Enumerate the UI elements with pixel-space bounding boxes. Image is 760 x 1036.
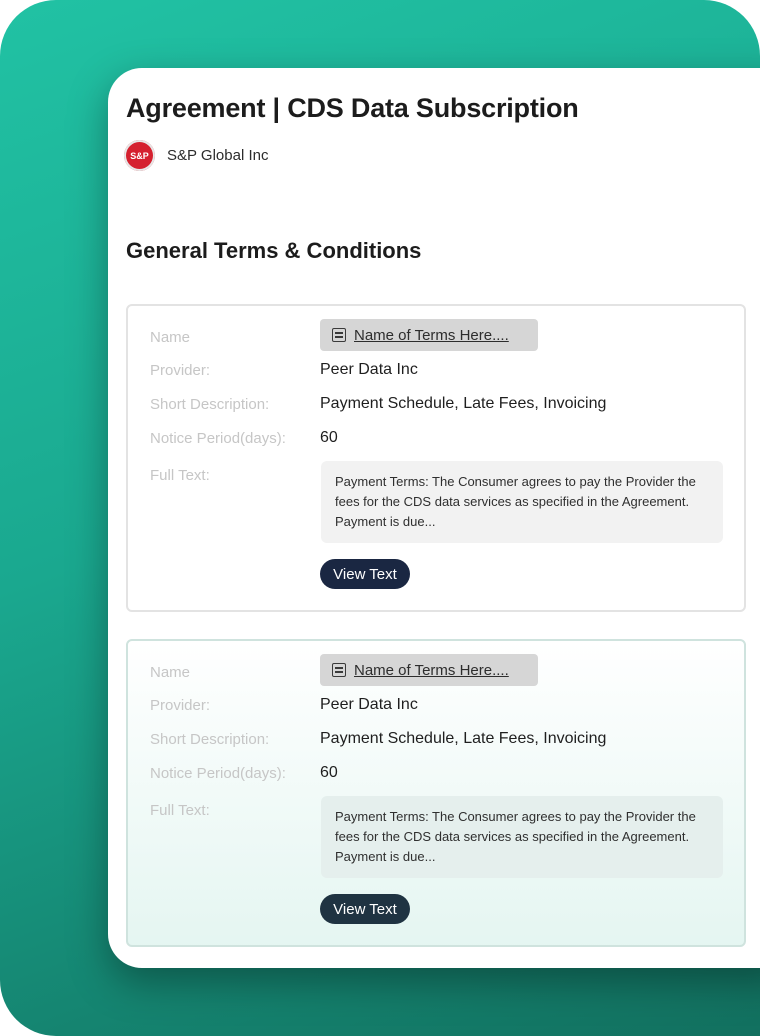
- term-name-text: Name of Terms Here....: [354, 661, 509, 679]
- view-text-button[interactable]: View Text: [320, 559, 410, 589]
- provider-label: Provider:: [150, 697, 211, 714]
- document-icon: [332, 663, 346, 677]
- notice-period-label: Notice Period(days):: [150, 765, 286, 782]
- full-text-preview: Payment Terms: The Consumer agrees to pa…: [321, 461, 723, 543]
- short-description-label: Short Description:: [150, 731, 270, 748]
- company-name: S&P Global Inc: [167, 147, 269, 164]
- term-name-link[interactable]: Name of Terms Here....: [320, 319, 538, 351]
- notice-period-label: Notice Period(days):: [150, 430, 286, 447]
- term-card: Name Name of Terms Here.... Provider: Pe…: [126, 304, 746, 612]
- term-name-text: Name of Terms Here....: [354, 326, 509, 344]
- provider-label: Provider:: [150, 362, 211, 379]
- document-icon: [332, 328, 346, 342]
- sp-global-logo-icon: S&P: [124, 140, 155, 171]
- notice-period-value: 60: [320, 764, 338, 781]
- name-label: Name: [150, 329, 191, 346]
- view-text-button[interactable]: View Text: [320, 894, 410, 924]
- name-label: Name: [150, 664, 191, 681]
- section-title: General Terms & Conditions: [126, 238, 422, 263]
- full-text-preview: Payment Terms: The Consumer agrees to pa…: [321, 796, 723, 878]
- provider-value: Peer Data Inc: [320, 696, 418, 713]
- short-description-value: Payment Schedule, Late Fees, Invoicing: [320, 730, 607, 747]
- short-description-label: Short Description:: [150, 396, 270, 413]
- short-description-value: Payment Schedule, Late Fees, Invoicing: [320, 395, 607, 412]
- full-text-label: Full Text:: [150, 467, 210, 484]
- company-row: S&P S&P Global Inc: [124, 140, 268, 171]
- notice-period-value: 60: [320, 429, 338, 446]
- page-title: Agreement | CDS Data Subscription: [126, 93, 579, 123]
- term-card: Name Name of Terms Here.... Provider: Pe…: [126, 639, 746, 947]
- provider-value: Peer Data Inc: [320, 361, 418, 378]
- agreement-card: Agreement | CDS Data Subscription S&P S&…: [108, 68, 760, 968]
- teal-background-frame: Agreement | CDS Data Subscription S&P S&…: [0, 0, 760, 1036]
- full-text-label: Full Text:: [150, 802, 210, 819]
- term-name-link[interactable]: Name of Terms Here....: [320, 654, 538, 686]
